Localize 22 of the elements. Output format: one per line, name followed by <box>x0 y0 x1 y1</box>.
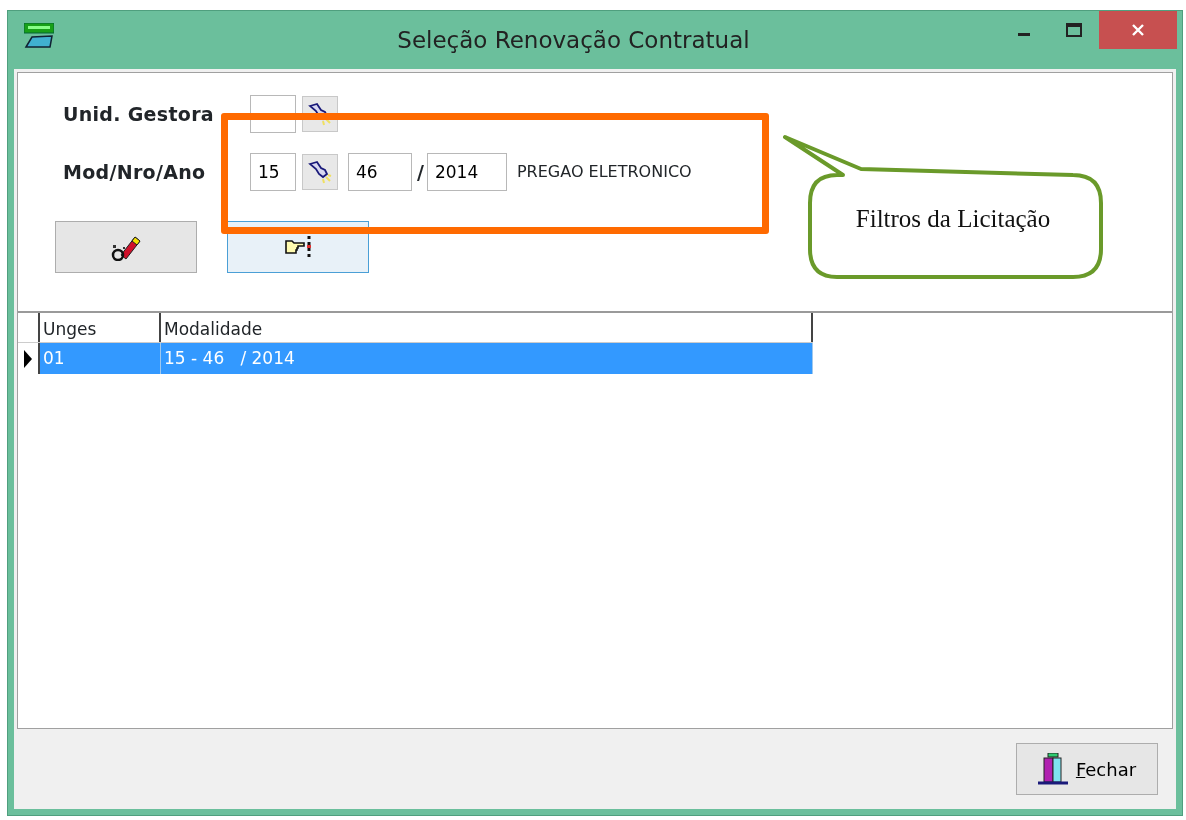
separator-text: / <box>417 159 424 185</box>
close-button[interactable]: Fechar <box>1016 743 1158 795</box>
field-label: Mod/Nro/Ano <box>63 159 207 185</box>
callout-text: Filtros da Licitação <box>854 204 1052 234</box>
clear-button[interactable] <box>55 221 197 273</box>
app-icon <box>24 23 54 49</box>
input-field[interactable]: 2014 <box>426 153 507 191</box>
description-text: PREGAO ELETRONICO <box>516 161 692 183</box>
table-cell: 01 <box>40 343 161 374</box>
door-icon <box>1037 753 1068 785</box>
field-label: Unid. Gestora <box>63 101 215 127</box>
pointing-hand-icon <box>283 234 313 260</box>
input-field[interactable]: 15 <box>250 153 296 191</box>
flashlight-icon <box>308 102 332 126</box>
window-title: Seleção Renovação Contratual <box>396 25 751 55</box>
flashlight-icon <box>308 160 332 184</box>
maximize-icon <box>1066 23 1082 37</box>
table-cell: 15 - 46 / 2014 <box>161 343 813 374</box>
minimize-icon <box>1018 32 1030 36</box>
close-icon <box>1131 23 1145 37</box>
lookup-button[interactable] <box>302 154 338 190</box>
input-field[interactable]: 46 <box>348 153 412 191</box>
